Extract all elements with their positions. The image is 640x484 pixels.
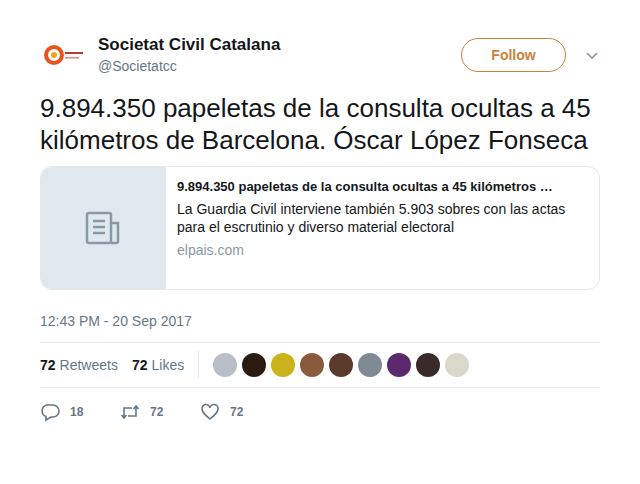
link-card-thumbnail	[41, 167, 166, 289]
link-card-domain: elpais.com	[177, 242, 589, 258]
liker-avatar[interactable]	[242, 353, 266, 377]
reply-action[interactable]: 18	[40, 402, 120, 422]
liker-avatar[interactable]	[416, 353, 440, 377]
liker-avatar[interactable]	[387, 353, 411, 377]
liker-avatars	[213, 353, 469, 377]
liker-avatar[interactable]	[213, 353, 237, 377]
account-name[interactable]: Societat Civil Catalana	[98, 34, 461, 56]
liker-avatar[interactable]	[300, 353, 324, 377]
stat[interactable]: 72Likes	[132, 357, 184, 373]
stat[interactable]: 72Retweets	[40, 357, 118, 373]
timestamp[interactable]: 12:43 PM - 20 Sep 2017	[40, 312, 600, 330]
liker-avatar[interactable]	[358, 353, 382, 377]
follow-button[interactable]: Follow	[461, 38, 566, 72]
link-card-title[interactable]: 9.894.350 papeletas de la consulta ocult…	[177, 178, 589, 196]
liker-avatar[interactable]	[271, 353, 295, 377]
retweet-icon	[120, 402, 140, 422]
link-card[interactable]: 9.894.350 papeletas de la consulta ocult…	[40, 166, 600, 290]
chevron-down-icon[interactable]	[584, 47, 600, 63]
account-identity[interactable]: Societat Civil Catalana@Societatcc	[98, 34, 461, 76]
tweet-text: 9.894.350 papeletas de la consulta ocult…	[40, 92, 600, 156]
link-card-body: 9.894.350 papeletas de la consulta ocult…	[166, 167, 599, 289]
stats-divider	[198, 351, 199, 379]
liker-avatar[interactable]	[445, 353, 469, 377]
like-action[interactable]: 72	[200, 402, 280, 422]
actions-row: 187272	[40, 390, 600, 434]
retweet-action[interactable]: 72	[120, 402, 200, 422]
heart-icon	[200, 402, 220, 422]
account-logo-icon[interactable]	[40, 31, 88, 79]
reply-icon	[40, 402, 60, 422]
liker-avatar[interactable]	[329, 353, 353, 377]
account-handle[interactable]: @Societatcc	[98, 56, 461, 76]
tweet-header: Societat Civil Catalana@SocietatccFollow	[40, 28, 600, 82]
stats-row: 72Retweets 72Likes	[40, 342, 600, 388]
link-card-description: La Guardia Civil interviene también 5.90…	[177, 200, 589, 236]
tweet: Societat Civil Catalana@SocietatccFollow…	[0, 0, 640, 444]
document-icon	[83, 208, 123, 248]
